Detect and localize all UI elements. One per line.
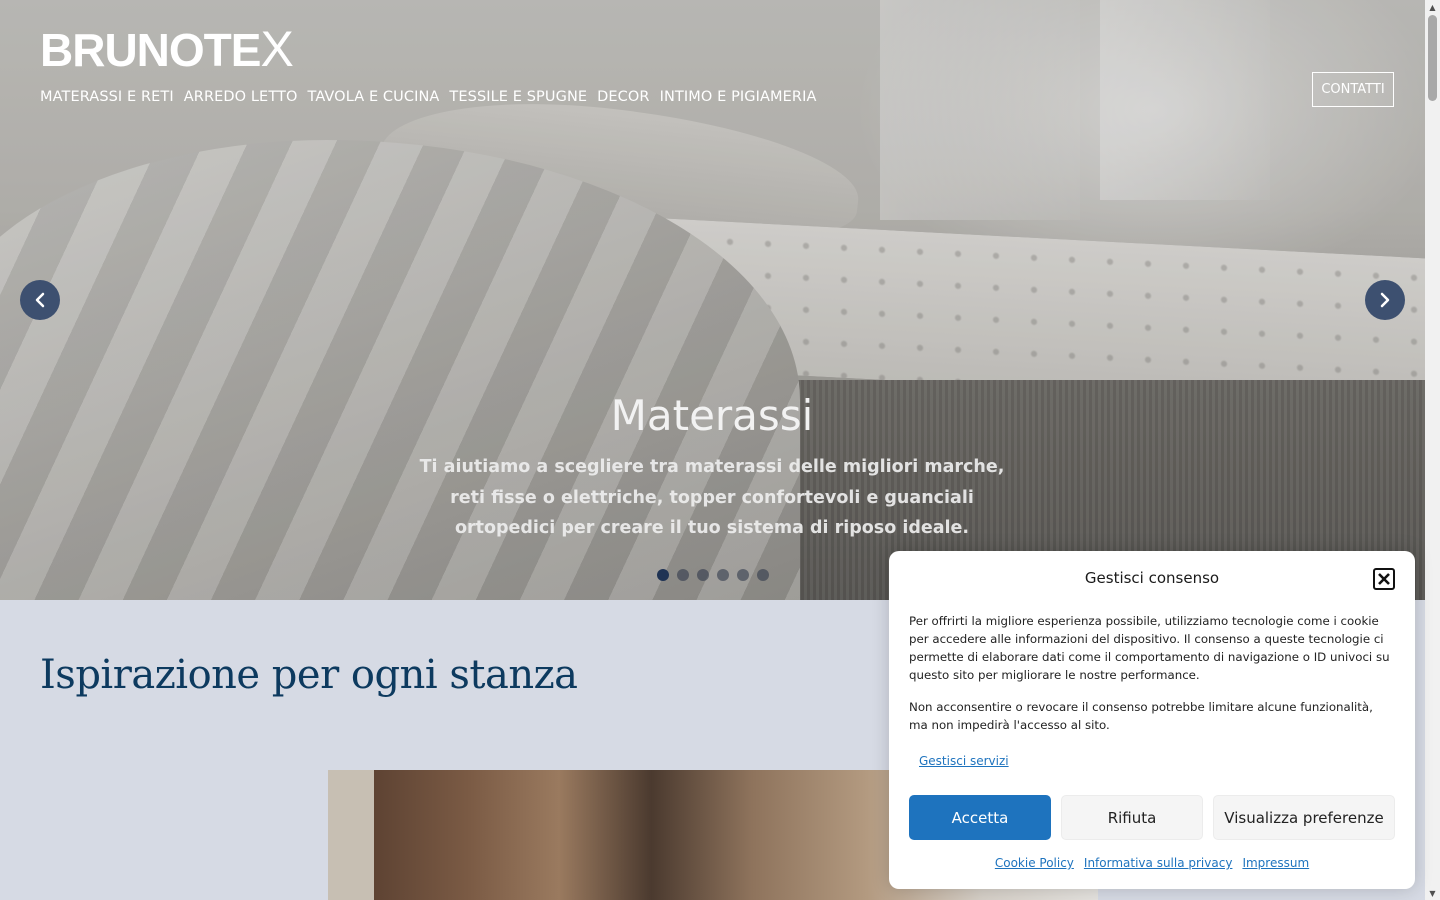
nav-item-intimo-e-pigiameria[interactable]: INTIMO E PIGIAMERIA: [660, 87, 817, 107]
cookie-footer-links: Cookie Policy Informativa sulla privacy …: [889, 856, 1415, 870]
nav-item-tavola-e-cucina[interactable]: TAVOLA E CUCINA: [308, 87, 440, 107]
close-icon: [1378, 573, 1390, 585]
contact-button[interactable]: CONTATTI: [1312, 72, 1394, 107]
vertical-scrollbar[interactable]: ▲ ▼: [1425, 0, 1440, 900]
slider-next-button[interactable]: [1365, 280, 1405, 320]
accept-button[interactable]: Accetta: [909, 795, 1051, 840]
cookie-note: Non acconsentire o revocare il consenso …: [909, 700, 1373, 732]
section-title: Ispirazione per ogni stanza: [40, 652, 578, 698]
chevron-left-icon: [35, 292, 45, 308]
nav-item-decor[interactable]: DECOR: [597, 87, 649, 107]
cookie-policy-link[interactable]: Cookie Policy: [995, 856, 1074, 870]
cookie-dialog-title: Gestisci consenso: [1084, 569, 1220, 587]
slider-dot[interactable]: [737, 569, 749, 581]
privacy-policy-link[interactable]: Informativa sulla privacy: [1084, 856, 1233, 870]
hero-title: Materassi: [610, 391, 814, 440]
slider-dot[interactable]: [757, 569, 769, 581]
cookie-consent-dialog: Gestisci consenso Per offrirti la miglio…: [889, 551, 1415, 889]
slider-dot[interactable]: [697, 569, 709, 581]
slider-dots: [657, 569, 769, 581]
hero-slider: BRUNOTEX MATERASSI E RETI ARREDO LETTO T…: [0, 0, 1425, 600]
slider-dot[interactable]: [657, 569, 669, 581]
nav-item-arredo-letto[interactable]: ARREDO LETTO: [184, 87, 298, 107]
scrollbar-thumb[interactable]: [1428, 15, 1437, 101]
cookie-close-button[interactable]: [1373, 568, 1395, 590]
nav-item-materassi-e-reti[interactable]: MATERASSI E RETI: [40, 87, 174, 107]
brand-logo[interactable]: BRUNOTEX: [40, 24, 294, 74]
chevron-right-icon: [1380, 292, 1390, 308]
scroll-up-arrow-icon[interactable]: ▲: [1425, 0, 1440, 14]
view-preferences-button[interactable]: Visualizza preferenze: [1213, 795, 1395, 840]
scroll-down-arrow-icon[interactable]: ▼: [1425, 886, 1440, 900]
impressum-link[interactable]: Impressum: [1242, 856, 1309, 870]
hero-description: Ti aiutiamo a scegliere tra materassi de…: [419, 457, 1005, 538]
main-nav: MATERASSI E RETI ARREDO LETTO TAVOLA E C…: [40, 87, 816, 107]
slider-dot[interactable]: [717, 569, 729, 581]
manage-services-link[interactable]: Gestisci servizi: [919, 754, 1009, 768]
slider-prev-button[interactable]: [20, 280, 60, 320]
reject-button[interactable]: Rifiuta: [1061, 795, 1203, 840]
nav-item-tessile-e-spugne[interactable]: TESSILE E SPUGNE: [449, 87, 587, 107]
cookie-description: Per offrirti la migliore esperienza poss…: [909, 614, 1390, 682]
slider-dot[interactable]: [677, 569, 689, 581]
